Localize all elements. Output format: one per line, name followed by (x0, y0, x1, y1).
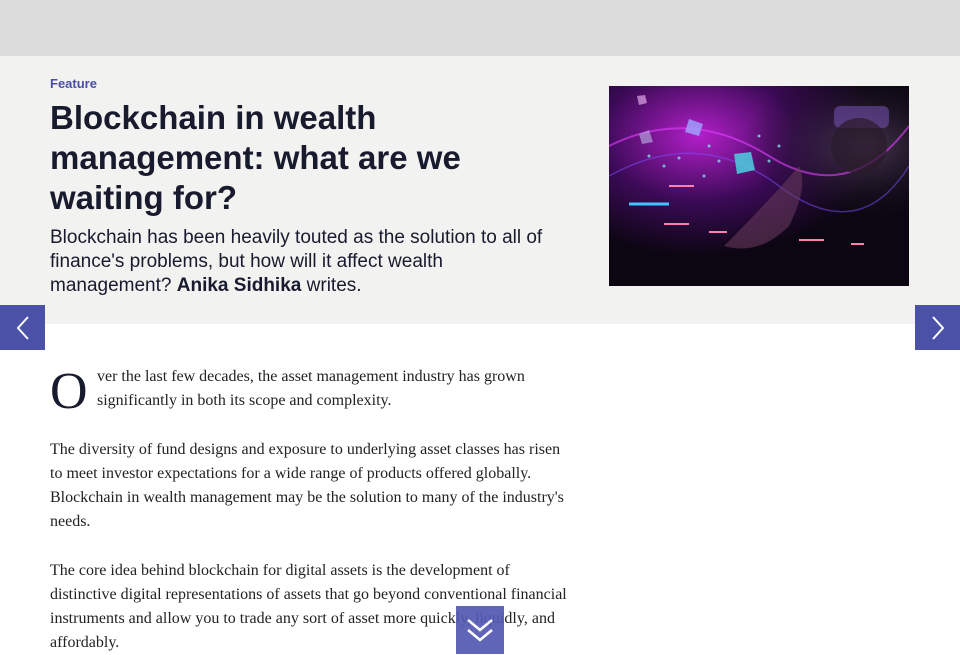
article-kicker[interactable]: Feature (50, 76, 97, 91)
previous-article-button[interactable] (0, 305, 45, 350)
author-name[interactable]: Anika Sidhika (177, 275, 302, 296)
scroll-down-button[interactable] (456, 606, 504, 654)
chevron-left-icon (16, 315, 29, 340)
standfirst-suffix: writes. (306, 275, 362, 296)
next-article-button[interactable] (915, 305, 960, 350)
chevron-right-icon (931, 315, 944, 340)
article-standfirst: Blockchain has been heavily touted as th… (50, 226, 550, 298)
paragraph-2: The diversity of fund designs and exposu… (50, 441, 564, 530)
double-chevron-down-icon (467, 619, 493, 642)
drop-cap: O (50, 363, 88, 420)
article-title: Blockchain in wealth management: what ar… (50, 99, 461, 216)
top-bar (0, 0, 960, 56)
hero-image (609, 86, 909, 286)
paragraph-1: ver the last few decades, the asset mana… (97, 368, 525, 409)
